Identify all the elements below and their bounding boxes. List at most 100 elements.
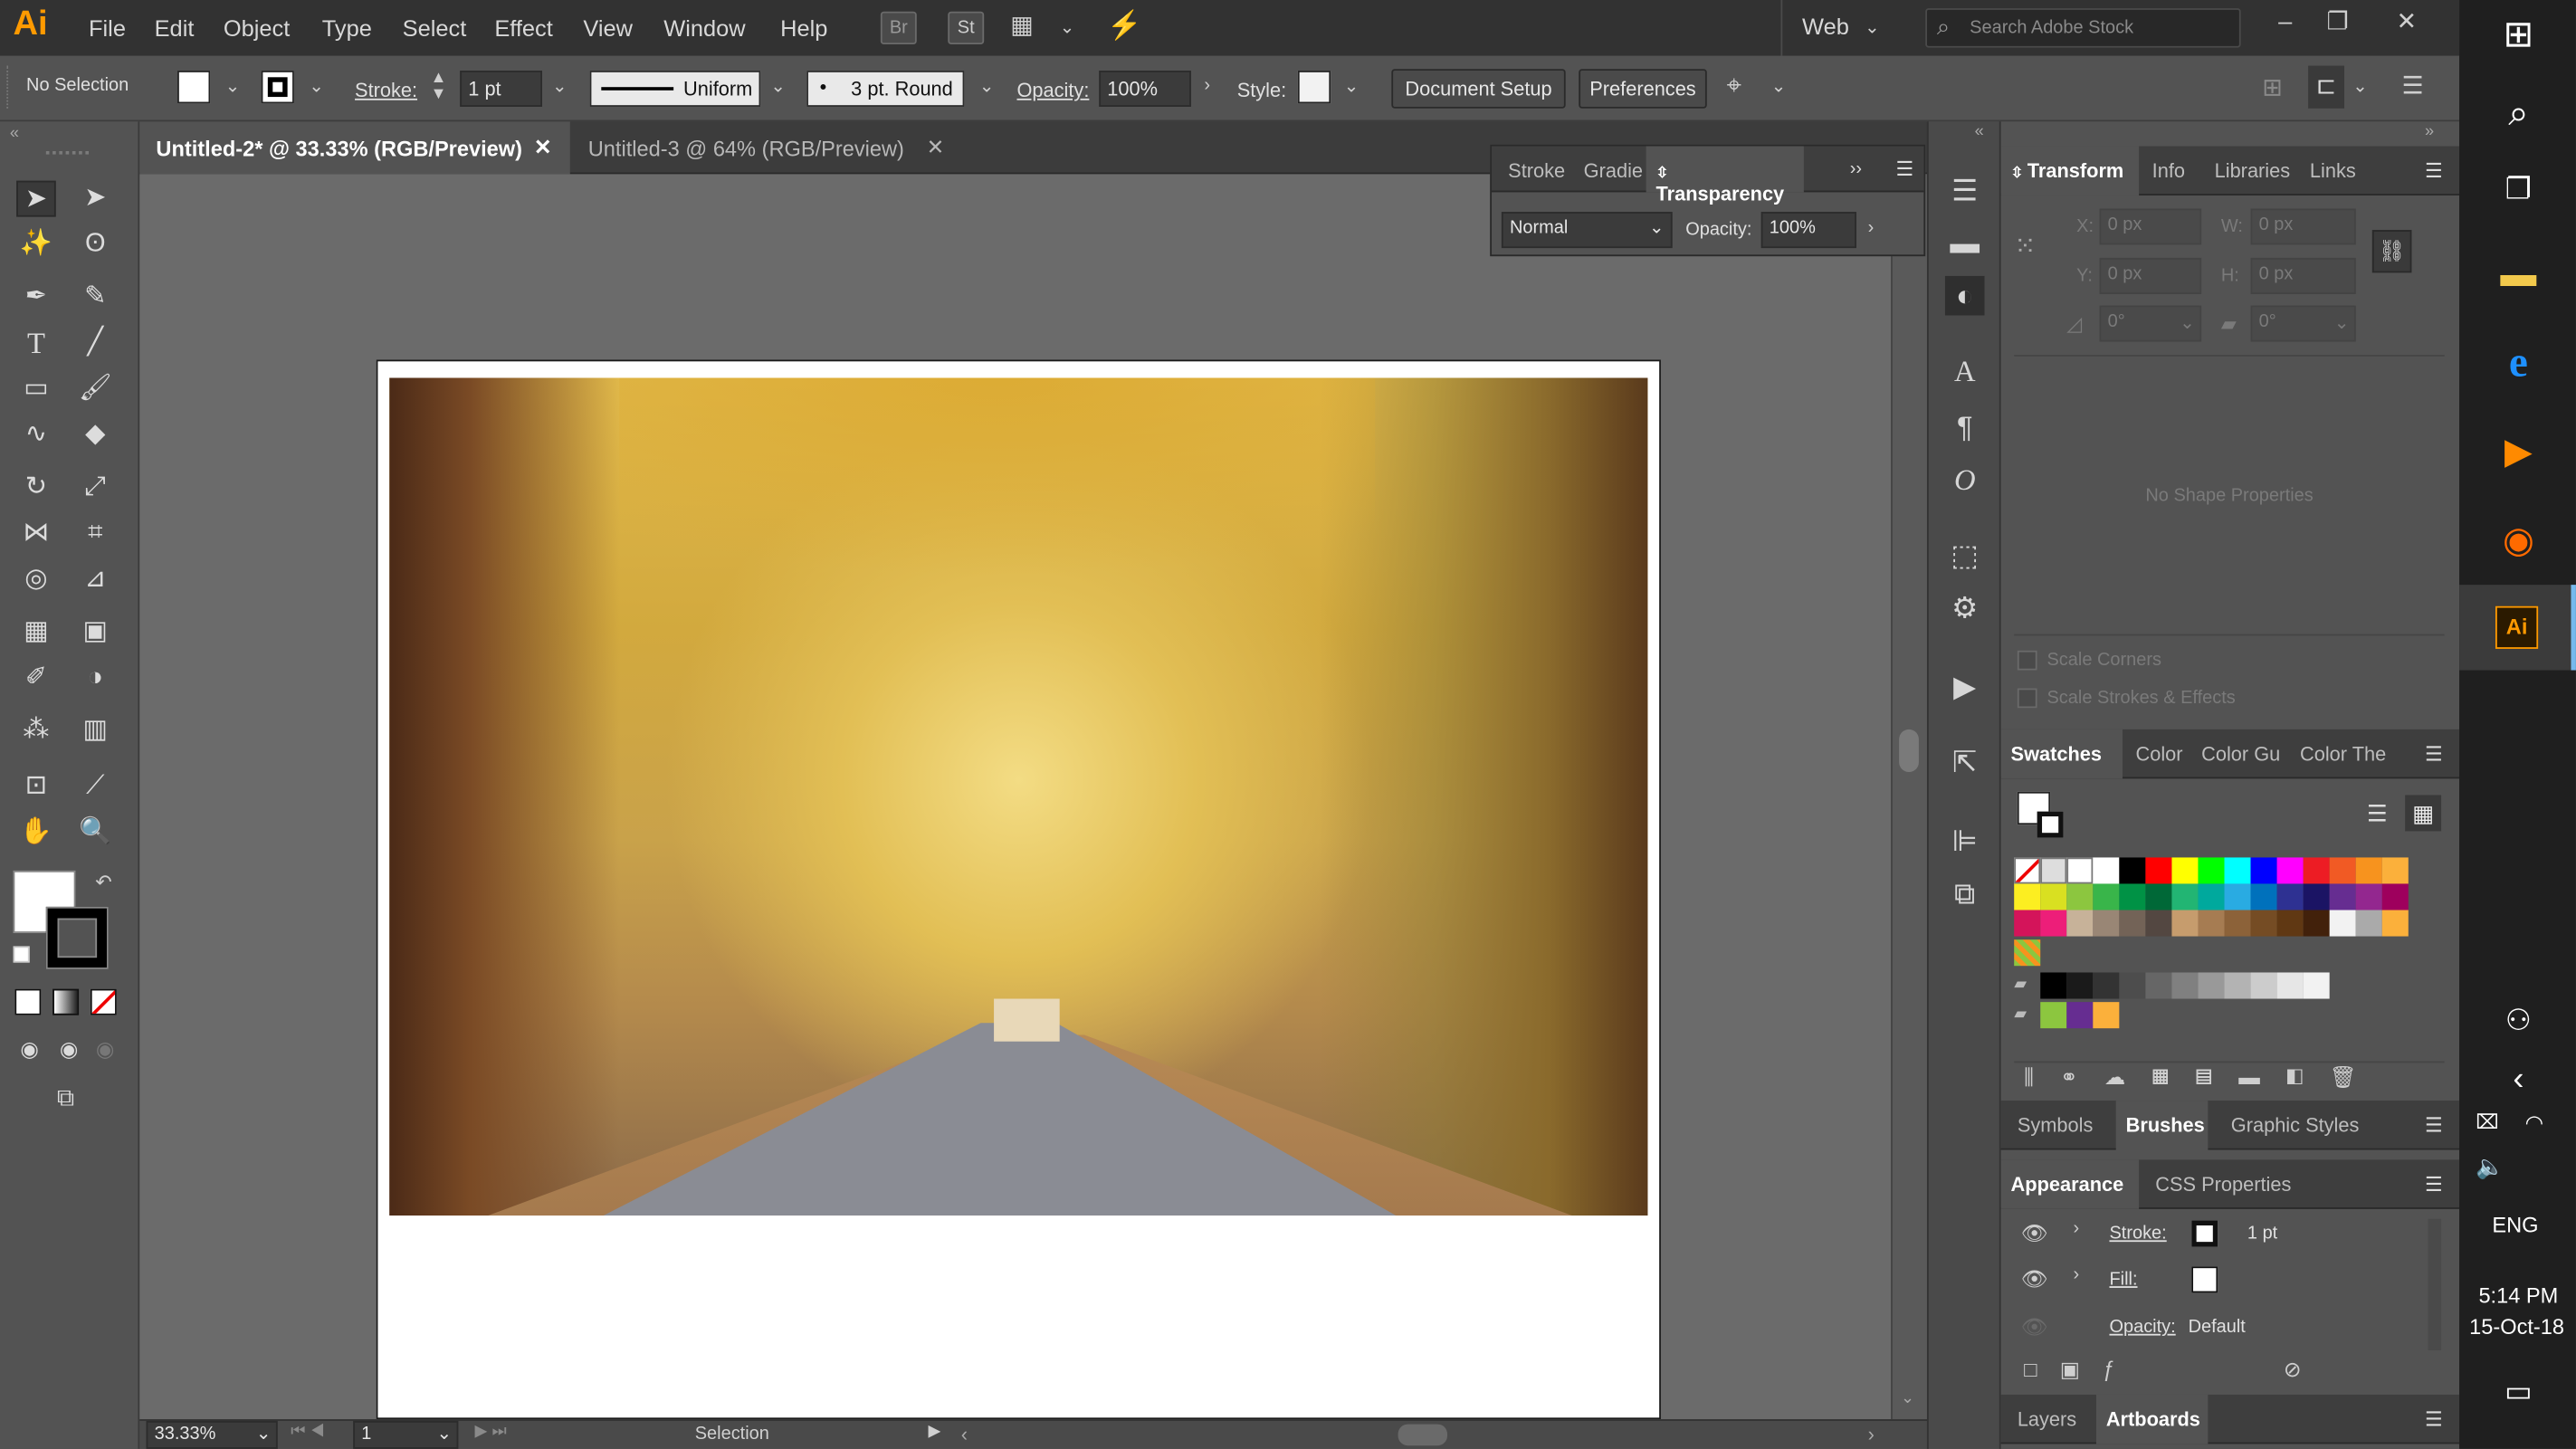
chevron-right-icon[interactable]: › xyxy=(1204,75,1210,95)
color-swatch[interactable] xyxy=(2224,857,2251,884)
firefox-icon[interactable]: ◉ xyxy=(2491,512,2547,568)
draw-behind-icon[interactable]: ◉ xyxy=(49,1032,89,1068)
zoom-tool-icon[interactable]: 🔍 xyxy=(75,815,115,851)
scroll-left-icon[interactable]: ‹ xyxy=(961,1423,968,1445)
minimize-button[interactable]: – xyxy=(2260,4,2309,46)
draw-inside-icon[interactable]: ◉ xyxy=(85,1032,125,1068)
tab-transparency[interactable]: ⇳ Transparency xyxy=(1646,146,1804,205)
color-swatch[interactable] xyxy=(2303,883,2330,910)
input-language[interactable]: ENG xyxy=(2492,1212,2538,1236)
chevron-right-icon[interactable]: › xyxy=(2074,1265,2080,1285)
color-swatch[interactable] xyxy=(2329,910,2356,937)
tab-stroke[interactable]: Stroke xyxy=(1498,147,1575,193)
color-swatch[interactable] xyxy=(2250,883,2277,910)
appearance-scrollbar[interactable] xyxy=(2428,1218,2442,1350)
type-tool-icon[interactable]: T xyxy=(16,325,56,361)
bridge-button[interactable]: Br xyxy=(880,11,917,45)
blend-mode-select[interactable]: Normal ⌄ xyxy=(1501,212,1673,249)
tab-links[interactable]: Links xyxy=(2300,147,2366,195)
stock-button[interactable]: St xyxy=(948,11,985,45)
color-swatch[interactable] xyxy=(2303,857,2330,884)
illustrator-taskbar-icon[interactable]: Ai xyxy=(2495,605,2539,649)
color-swatch[interactable] xyxy=(2198,910,2225,937)
color-swatch[interactable] xyxy=(2066,1002,2094,1029)
document-setup-button[interactable]: Document Setup xyxy=(1391,69,1566,109)
shear-field[interactable]: 0° ⌄ xyxy=(2250,305,2356,342)
network-adapter-icon[interactable]: ⌧ xyxy=(2476,1111,2498,1133)
opacity-field[interactable]: 100% xyxy=(1099,71,1191,107)
fill-swatch[interactable] xyxy=(2191,1266,2218,1293)
stroke-weight-value[interactable]: 1 pt xyxy=(2247,1224,2277,1244)
color-swatch[interactable] xyxy=(2145,972,2172,999)
vertical-scrollbar[interactable]: ⌄ xyxy=(1891,174,1927,1420)
scale-corners-checkbox[interactable] xyxy=(2017,650,2037,671)
color-swatch[interactable] xyxy=(2119,910,2146,937)
clock-date[interactable]: 15-Oct-18 xyxy=(2465,1314,2570,1339)
scroll-thumb[interactable] xyxy=(1899,729,1919,773)
artboard-tool-icon[interactable]: ⊡ xyxy=(16,768,56,805)
color-swatch[interactable] xyxy=(2066,883,2094,910)
gradient-mode-icon[interactable] xyxy=(52,988,80,1015)
h-field[interactable]: 0 px xyxy=(2250,257,2356,294)
edge-browser-icon[interactable]: e xyxy=(2491,335,2547,391)
expand-panel-icon[interactable]: ›› xyxy=(1850,159,1862,179)
clock-time[interactable]: 5:14 PM xyxy=(2476,1283,2561,1308)
color-swatch[interactable] xyxy=(2119,883,2146,910)
rotate-field[interactable]: 0° ⌄ xyxy=(2099,305,2202,342)
align-panel-icon[interactable]: ⊫ xyxy=(1945,822,1985,862)
color-swatch[interactable] xyxy=(2040,910,2067,937)
mesh-tool-icon[interactable]: ▦ xyxy=(16,615,56,651)
chevron-down-icon[interactable]: ⌄ xyxy=(979,75,995,97)
close-icon[interactable]: ✕ xyxy=(534,135,552,161)
scale-tool-icon[interactable]: ⤢ xyxy=(75,470,115,506)
color-swatch[interactable] xyxy=(2329,883,2356,910)
character-panel-icon[interactable]: A xyxy=(1945,351,1985,391)
stroke-label[interactable]: Stroke: xyxy=(2109,1224,2166,1244)
clear-appearance-icon[interactable]: ⊘ xyxy=(2284,1357,2302,1383)
opentype-panel-icon[interactable]: O xyxy=(1945,460,1985,500)
artboard[interactable] xyxy=(376,359,1661,1420)
tab-appearance[interactable]: Appearance xyxy=(2000,1159,2140,1209)
restore-button[interactable]: ❐ xyxy=(2314,4,2362,46)
stroke-swatch[interactable] xyxy=(2037,811,2064,838)
chevron-right-icon[interactable]: › xyxy=(2074,1219,2080,1239)
color-swatch[interactable] xyxy=(2093,972,2120,999)
variable-width-profile[interactable]: Uniform xyxy=(589,71,761,107)
color-swatch[interactable] xyxy=(2381,883,2409,910)
color-swatch[interactable] xyxy=(2250,857,2277,884)
eraser-tool-icon[interactable]: ◆ xyxy=(75,417,115,453)
color-swatch[interactable] xyxy=(2093,1002,2120,1029)
fill-swatch[interactable] xyxy=(177,71,211,104)
show-hidden-icons[interactable]: ‹ xyxy=(2491,1052,2547,1108)
canvas[interactable] xyxy=(139,174,1927,1420)
action-center-icon[interactable]: ▭ xyxy=(2491,1363,2547,1419)
file-explorer-icon[interactable]: ▬ xyxy=(2491,246,2547,302)
color-swatch[interactable] xyxy=(2355,857,2382,884)
expand-dock-icon[interactable]: « xyxy=(1975,123,1984,141)
tab-layers[interactable]: Layers xyxy=(2008,1395,2086,1444)
tab-color[interactable]: Color xyxy=(2126,729,2193,778)
stroke-panel-icon[interactable]: ▬ xyxy=(1945,224,1985,263)
menu-effect[interactable]: Effect xyxy=(494,14,553,41)
color-swatch[interactable] xyxy=(2119,972,2146,999)
color-swatch[interactable] xyxy=(2040,972,2067,999)
panel-menu-icon[interactable]: ☰ xyxy=(2425,742,2443,765)
transform-toggle-icon[interactable]: ⊏ xyxy=(2308,65,2345,109)
fill-label[interactable]: Fill: xyxy=(2109,1270,2137,1290)
scroll-thumb[interactable] xyxy=(1398,1424,1448,1446)
color-swatch[interactable] xyxy=(2224,883,2251,910)
color-mode-icon[interactable] xyxy=(14,988,42,1015)
chevron-down-icon[interactable]: ⌄ xyxy=(309,75,324,97)
opacity-label[interactable]: Opacity: xyxy=(2109,1318,2175,1338)
chevron-down-icon[interactable]: ⌄ xyxy=(552,75,568,97)
symbol-sprayer-tool-icon[interactable]: ⁂ xyxy=(16,713,56,749)
color-swatch[interactable] xyxy=(2145,910,2172,937)
opacity-label[interactable]: Opacity: xyxy=(1016,79,1089,101)
color-swatch[interactable] xyxy=(2145,857,2172,884)
reference-point-icon[interactable]: ⁙ xyxy=(2014,230,2036,262)
close-button[interactable]: ✕ xyxy=(2382,4,2431,46)
color-swatch[interactable] xyxy=(2224,972,2251,999)
gradient-tool-icon[interactable]: ▣ xyxy=(75,615,115,651)
hand-tool-icon[interactable]: ✋ xyxy=(16,815,56,851)
swatch-none[interactable] xyxy=(2014,857,2041,884)
